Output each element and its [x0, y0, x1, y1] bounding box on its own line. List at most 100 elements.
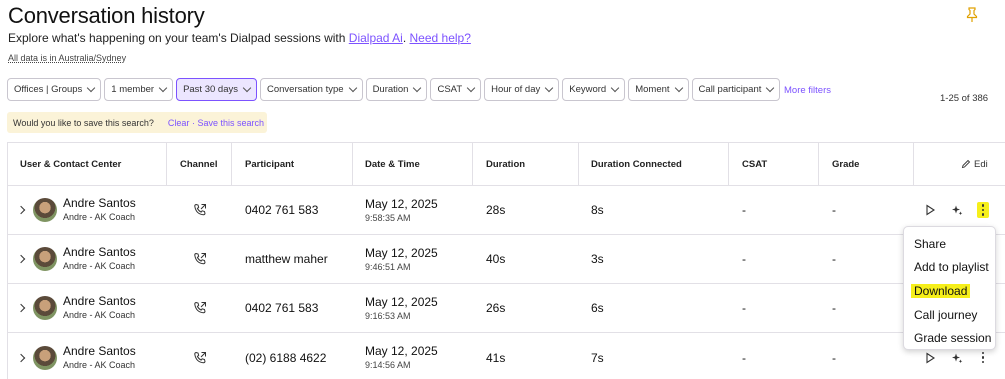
pin-icon[interactable]	[965, 7, 979, 23]
duration: 28s	[486, 203, 506, 217]
filter-csat[interactable]: CSAT	[430, 78, 482, 101]
avatar	[33, 296, 57, 320]
phone-outgoing-icon	[194, 252, 206, 265]
csat: -	[742, 350, 746, 365]
duration-connected: 7s	[591, 350, 604, 365]
csat: -	[742, 203, 746, 217]
menu-item-call-journey[interactable]: Call journey	[904, 303, 995, 327]
chip-label: Past 30 days	[183, 84, 238, 95]
table-row[interactable]: Andre Santos Andre - AK Coach 0402 761 5…	[8, 186, 1005, 235]
column-header-user[interactable]: User & Contact Center	[20, 143, 121, 185]
timezone-note[interactable]: All data is in Australia/Sydney	[8, 53, 126, 63]
expand-chevron-icon[interactable]	[16, 303, 26, 313]
filter-hour-of-day[interactable]: Hour of day	[484, 78, 560, 101]
contact-center: Andre - AK Coach	[63, 310, 136, 320]
filter-members[interactable]: 1 member	[104, 78, 174, 101]
more-vertical-icon[interactable]	[977, 202, 989, 218]
column-header-duration[interactable]: Duration	[486, 143, 525, 185]
chevron-down-icon	[766, 83, 775, 93]
result-count: 1-25 of 386	[940, 93, 989, 104]
time: 9:16:53 AM	[365, 310, 411, 321]
save-search-link[interactable]: Save this search	[197, 118, 264, 128]
menu-item-grade-session[interactable]: Grade session	[904, 326, 995, 350]
user-name[interactable]: Andre Santos	[63, 344, 136, 359]
chip-label: Offices | Groups	[14, 84, 83, 95]
duration-connected: 8s	[591, 203, 604, 217]
expand-chevron-icon[interactable]	[16, 353, 26, 362]
participant[interactable]: 0402 761 583	[245, 284, 318, 332]
sparkle-icon[interactable]	[951, 204, 963, 216]
contact-center: Andre - AK Coach	[63, 359, 136, 370]
avatar	[33, 247, 57, 271]
filter-keyword[interactable]: Keyword	[562, 78, 626, 101]
subtitle-text: Explore what's happening on your team's …	[8, 31, 349, 45]
participant[interactable]: (02) 6188 4622	[245, 333, 326, 379]
menu-item-share[interactable]: Share	[904, 232, 995, 256]
filter-date-range[interactable]: Past 30 days	[176, 78, 257, 101]
chip-label: Conversation type	[266, 84, 344, 95]
filter-offices-groups[interactable]: Offices | Groups	[7, 78, 102, 101]
grade: -	[832, 252, 836, 266]
menu-item-label: Grade session	[914, 331, 992, 346]
participant[interactable]: matthew maher	[245, 235, 328, 283]
chevron-down-icon	[348, 83, 357, 93]
time: 9:46:51 AM	[365, 261, 411, 272]
phone-outgoing-icon	[194, 351, 206, 363]
menu-item-label: Download	[911, 283, 971, 298]
contact-center: Andre - AK Coach	[63, 261, 136, 271]
user-name[interactable]: Andre Santos	[63, 245, 136, 260]
table-row[interactable]: Andre Santos Andre - AK Coach 0402 761 5…	[8, 284, 1005, 333]
table-row[interactable]: Andre Santos Andre - AK Coach (02) 6188 …	[8, 333, 1005, 379]
grade: -	[832, 350, 836, 365]
avatar	[33, 345, 57, 370]
chip-label: Call participant	[698, 84, 762, 95]
user-name[interactable]: Andre Santos	[63, 196, 136, 211]
filter-bar: Offices | Groups 1 member Past 30 days C…	[7, 78, 781, 101]
chevron-down-icon	[158, 83, 168, 93]
chip-label: Duration	[372, 84, 409, 95]
sparkle-icon[interactable]	[951, 352, 963, 364]
save-search-prompt: Would you like to save this search?	[13, 117, 154, 128]
play-icon[interactable]	[925, 204, 936, 216]
table-header: User & Contact Center Channel Participan…	[8, 143, 1005, 186]
column-header-channel[interactable]: Channel	[180, 143, 217, 185]
column-header-date-time[interactable]: Date & Time	[365, 143, 420, 185]
user-name[interactable]: Andre Santos	[63, 294, 136, 309]
play-icon[interactable]	[925, 351, 936, 364]
csat: -	[742, 252, 746, 266]
avatar	[33, 198, 57, 222]
edit-columns-button[interactable]: Edi	[961, 143, 988, 185]
dialpad-ai-link[interactable]: Dialpad Ai	[349, 31, 403, 45]
expand-chevron-icon[interactable]	[16, 254, 26, 264]
column-header-grade[interactable]: Grade	[832, 143, 859, 185]
table-row[interactable]: Andre Santos Andre - AK Coach matthew ma…	[8, 235, 1005, 284]
page-subtitle: Explore what's happening on your team's …	[8, 31, 471, 45]
filter-call-participant[interactable]: Call participant	[691, 78, 781, 101]
column-header-csat[interactable]: CSAT	[742, 143, 767, 185]
duration-connected: 3s	[591, 252, 604, 266]
duration-connected: 6s	[591, 301, 604, 315]
filter-moment[interactable]: Moment	[628, 78, 689, 101]
column-header-participant[interactable]: Participant	[245, 143, 294, 185]
help-link[interactable]: Need help?	[410, 31, 471, 45]
column-header-duration-connected[interactable]: Duration Connected	[591, 143, 682, 185]
clear-search-link[interactable]: Clear	[168, 118, 190, 128]
more-filters-link[interactable]: More filters	[784, 85, 831, 96]
date: May 12, 2025	[365, 294, 438, 309]
chevron-down-icon	[466, 83, 476, 93]
chip-label: Moment	[635, 84, 670, 95]
participant[interactable]: 0402 761 583	[245, 186, 318, 234]
expand-chevron-icon[interactable]	[16, 205, 26, 215]
duration: 40s	[486, 252, 506, 266]
filter-conversation-type[interactable]: Conversation type	[259, 78, 363, 101]
chip-label: Hour of day	[491, 84, 541, 95]
row-actions-menu: Share Add to playlist Download Call jour…	[903, 226, 996, 350]
conversations-table: User & Contact Center Channel Participan…	[7, 142, 1005, 379]
chevron-down-icon	[413, 83, 422, 93]
menu-item-download[interactable]: Download	[904, 279, 995, 303]
menu-item-add-to-playlist[interactable]: Add to playlist	[904, 256, 995, 280]
more-vertical-icon[interactable]	[977, 350, 989, 366]
filter-duration[interactable]: Duration	[365, 78, 428, 101]
separator: ·	[191, 117, 195, 128]
chevron-down-icon	[242, 83, 252, 93]
